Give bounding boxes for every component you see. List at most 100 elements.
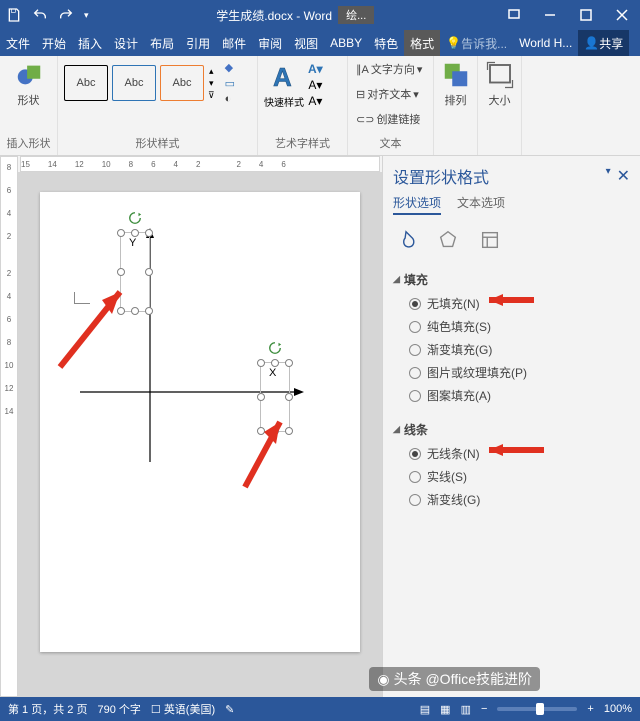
zoom-out-icon[interactable]: − xyxy=(481,703,487,715)
watermark-logo-icon: ◉ xyxy=(377,671,389,688)
undo-icon[interactable] xyxy=(32,7,48,23)
size-icon xyxy=(485,60,515,90)
paragraph-mark-icon xyxy=(74,292,90,304)
tab-insert[interactable]: 插入 xyxy=(72,30,108,56)
doc-title-text: 学生成绩.docx - Word xyxy=(216,7,332,24)
tab-special[interactable]: 特色 xyxy=(368,30,404,56)
size-button[interactable]: 大小 xyxy=(484,60,515,108)
create-link-button[interactable]: ⊂⊃ 创建链接 xyxy=(354,110,427,128)
tab-mailings[interactable]: 邮件 xyxy=(216,30,252,56)
tab-layout[interactable]: 布局 xyxy=(144,30,180,56)
pane-icon-layout[interactable] xyxy=(477,227,503,253)
tab-file[interactable]: 文件 xyxy=(0,30,36,56)
zoom-percent[interactable]: 100% xyxy=(604,703,632,715)
view-web-layout-icon[interactable]: ▥ xyxy=(461,703,471,716)
view-read-mode-icon[interactable]: ▤ xyxy=(420,703,430,716)
workspace: 86422468101214 Y X xyxy=(0,156,640,697)
radio-fill-gradient[interactable]: 渐变填充(G) xyxy=(393,338,630,361)
radio-fill-solid[interactable]: 纯色填充(S) xyxy=(393,315,630,338)
text-direction-button[interactable]: ∥A 文字方向▾ xyxy=(354,60,427,78)
title-bar: ▾ 学生成绩.docx - Word 绘... xyxy=(0,0,640,30)
shape-outline-button[interactable]: ▭ xyxy=(223,76,237,91)
pane-tab-text-options[interactable]: 文本选项 xyxy=(457,194,505,215)
view-print-layout-icon[interactable]: ▦ xyxy=(440,703,450,716)
pane-icon-fill-line[interactable] xyxy=(393,227,419,253)
document-area[interactable]: Y X xyxy=(18,172,382,697)
ribbon-group-insert-shapes: 形状 插入形状 xyxy=(0,56,58,155)
group-label-shape-styles: 形状样式 xyxy=(64,135,251,151)
text-fill-button[interactable]: A▾ xyxy=(308,62,323,76)
text-effects-button[interactable]: A▾ xyxy=(308,94,323,108)
ribbon-group-text: ∥A 文字方向▾ ⊟ 对齐文本▾ ⊂⊃ 创建链接 文本 xyxy=(348,56,434,155)
qat-more-icon[interactable]: ▾ xyxy=(84,10,89,21)
window-controls xyxy=(496,0,640,30)
align-text-button[interactable]: ⊟ 对齐文本▾ xyxy=(354,85,427,103)
rotate-handle-icon[interactable] xyxy=(268,341,282,355)
status-word-count[interactable]: 790 个字 xyxy=(97,701,140,717)
status-language[interactable]: ☐ 英语(美国) xyxy=(151,701,215,717)
rotate-handle-icon[interactable] xyxy=(128,211,142,225)
textbox-y[interactable]: Y xyxy=(120,232,150,312)
radio-line-solid[interactable]: 实线(S) xyxy=(393,465,630,488)
pane-menu-icon[interactable]: ▾ xyxy=(606,166,611,186)
ribbon-group-shape-styles: Abc Abc Abc ▴ ▾ ⊽ ◆ ▭ ◐ 形状样式 xyxy=(58,56,258,155)
tab-home[interactable]: 开始 xyxy=(36,30,72,56)
textbox-x[interactable]: X xyxy=(260,362,290,432)
save-icon[interactable] xyxy=(6,7,22,23)
status-page[interactable]: 第 1 页，共 2 页 xyxy=(8,701,87,717)
fill-section-header[interactable]: ◢填充 xyxy=(393,267,630,292)
quick-access-toolbar: ▾ xyxy=(0,7,95,23)
style-preset-3[interactable]: Abc xyxy=(160,65,204,101)
world-help[interactable]: World H... xyxy=(513,30,578,56)
shape-fill-button[interactable]: ◆ xyxy=(223,60,237,75)
gallery-scroll-down[interactable]: ▾ xyxy=(208,78,215,89)
share-button[interactable]: 👤 共享 xyxy=(578,30,629,56)
radio-fill-picture[interactable]: 图片或纹理填充(P) xyxy=(393,361,630,384)
redo-icon[interactable] xyxy=(58,7,74,23)
pane-icon-effects[interactable] xyxy=(435,227,461,253)
vertical-ruler[interactable]: 86422468101214 xyxy=(0,156,18,697)
shape-effects-button[interactable]: ◐ xyxy=(223,92,237,106)
tab-abby[interactable]: ABBY xyxy=(324,30,368,56)
status-bar: 第 1 页，共 2 页 790 个字 ☐ 英语(美国) ✎ ▤ ▦ ▥ − + … xyxy=(0,697,640,721)
tab-design[interactable]: 设计 xyxy=(108,30,144,56)
contextual-tools-label: 绘... xyxy=(338,6,374,24)
page[interactable]: Y X xyxy=(40,192,360,652)
radio-fill-pattern[interactable]: 图案填充(A) xyxy=(393,384,630,407)
gallery-more[interactable]: ⊽ xyxy=(208,90,215,101)
tab-view[interactable]: 视图 xyxy=(288,30,324,56)
zoom-slider[interactable] xyxy=(497,707,577,711)
line-section-header[interactable]: ◢线条 xyxy=(393,417,630,442)
annotation-arrow xyxy=(479,440,549,460)
tab-format[interactable]: 格式 xyxy=(404,30,440,56)
status-insert-mode-icon[interactable]: ✎ xyxy=(225,703,234,716)
group-label-text: 文本 xyxy=(354,135,427,151)
radio-fill-none[interactable]: 无填充(N) xyxy=(393,292,630,315)
group-label-wordart: 艺术字样式 xyxy=(264,135,341,151)
radio-line-none[interactable]: 无线条(N) xyxy=(393,442,630,465)
group-label-insert-shapes: 插入形状 xyxy=(6,135,51,151)
style-preset-2[interactable]: Abc xyxy=(112,65,156,101)
y-label: Y xyxy=(129,237,136,249)
annotation-arrow xyxy=(479,290,539,310)
minimize-button[interactable] xyxy=(532,0,568,30)
watermark: ◉ 头条 @Office技能进阶 xyxy=(369,667,540,691)
style-preset-1[interactable]: Abc xyxy=(64,65,108,101)
arrange-icon xyxy=(441,60,471,90)
tell-me[interactable]: 💡 告诉我... xyxy=(440,30,513,56)
zoom-in-icon[interactable]: + xyxy=(587,703,593,715)
arrange-button[interactable]: 排列 xyxy=(440,60,471,108)
quick-styles-button[interactable]: A 快速样式 xyxy=(264,60,304,109)
gallery-scroll-up[interactable]: ▴ xyxy=(208,66,215,77)
text-outline-button[interactable]: A▾ xyxy=(308,78,323,92)
pane-tab-shape-options[interactable]: 形状选项 xyxy=(393,194,441,215)
ribbon-display-options[interactable] xyxy=(496,0,532,30)
radio-line-gradient[interactable]: 渐变线(G) xyxy=(393,488,630,511)
close-button[interactable] xyxy=(604,0,640,30)
tab-references[interactable]: 引用 xyxy=(180,30,216,56)
pane-close-icon[interactable]: ✕ xyxy=(617,166,630,186)
maximize-button[interactable] xyxy=(568,0,604,30)
shapes-gallery-button[interactable]: 形状 xyxy=(6,60,51,108)
tab-review[interactable]: 审阅 xyxy=(252,30,288,56)
fill-section: ◢填充 无填充(N) 纯色填充(S) 渐变填充(G) 图片或纹理填充(P) 图案… xyxy=(393,267,630,407)
